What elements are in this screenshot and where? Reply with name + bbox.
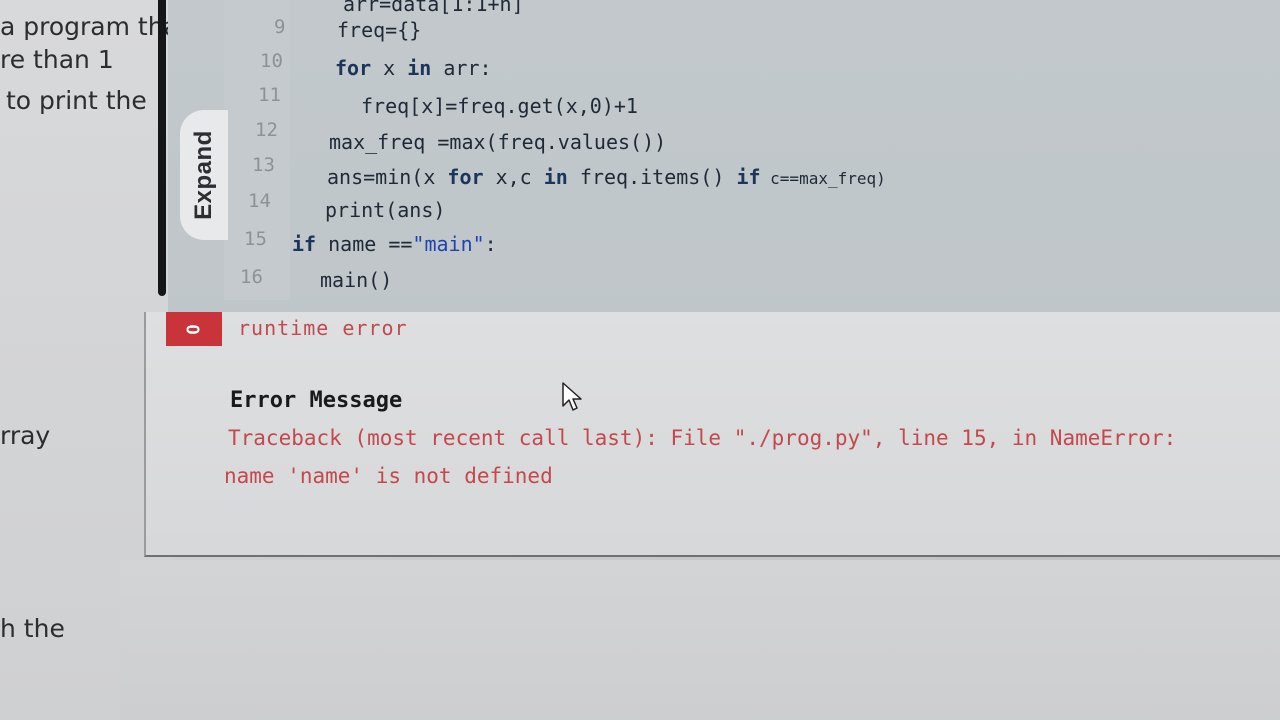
problem-text-line: re than 1 bbox=[0, 45, 114, 74]
keyword: if bbox=[736, 165, 761, 189]
mouse-cursor-icon bbox=[562, 382, 584, 419]
code-line-9[interactable]: freq={} bbox=[337, 18, 421, 42]
string-literal: "main" bbox=[412, 232, 485, 256]
error-message-line: name 'name' is not defined bbox=[224, 464, 553, 488]
line-number: 10 bbox=[260, 50, 283, 72]
code-line-15[interactable]: if name =="main": bbox=[292, 232, 497, 256]
error-title: Error Message bbox=[230, 388, 403, 413]
line-number: 12 bbox=[255, 119, 278, 141]
problem-text-line: to print the bbox=[6, 86, 147, 115]
code-editor[interactable]: arr=data[1:1+n] 9 freq={} 10 for x in ar… bbox=[168, 0, 1280, 338]
line-number-gutter bbox=[224, 0, 290, 300]
line-number: 14 bbox=[248, 190, 271, 212]
expand-label: Expand bbox=[190, 130, 217, 220]
keyword: for bbox=[335, 56, 372, 80]
code-line-10[interactable]: for x in arr: bbox=[335, 56, 492, 80]
line-number: 15 bbox=[244, 228, 267, 250]
status-text: runtime error bbox=[238, 316, 408, 340]
problem-text-line: rray bbox=[0, 421, 51, 450]
line-number: 16 bbox=[240, 266, 263, 288]
code-line-14[interactable]: print(ans) bbox=[325, 198, 445, 222]
code-line-16[interactable]: main() bbox=[320, 268, 392, 292]
keyword: in bbox=[407, 56, 432, 80]
error-message-line: Traceback (most recent call last): File … bbox=[228, 426, 1177, 450]
line-number: 11 bbox=[258, 84, 281, 106]
keyword: if bbox=[292, 232, 317, 256]
problem-text-line: h the bbox=[0, 614, 65, 643]
line-number: 9 bbox=[274, 16, 286, 38]
code-line-12[interactable]: max_freq =max(freq.values()) bbox=[329, 130, 666, 154]
expand-button[interactable]: Expand bbox=[180, 110, 228, 240]
code-line-8[interactable]: arr=data[1:1+n] bbox=[343, 0, 524, 16]
status-badge-text: 0 bbox=[183, 323, 204, 335]
keyword: in bbox=[543, 165, 568, 189]
code-line-13[interactable]: ans=min(x for x,c in freq.items() if c==… bbox=[327, 165, 886, 189]
panel-divider[interactable] bbox=[158, 0, 166, 296]
keyword: for bbox=[447, 165, 484, 189]
code-line-11[interactable]: freq[x]=freq.get(x,0)+1 bbox=[361, 94, 638, 118]
lower-page-area bbox=[120, 560, 1280, 720]
line-number: 13 bbox=[252, 154, 275, 176]
result-panel: 0 runtime error Error Message Traceback … bbox=[144, 312, 1280, 557]
status-badge: 0 bbox=[166, 312, 222, 346]
